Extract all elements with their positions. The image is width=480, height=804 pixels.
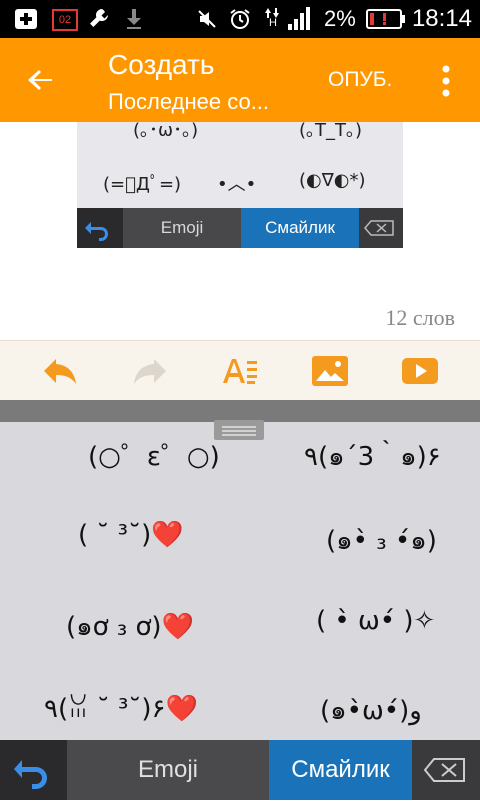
backspace-icon xyxy=(423,758,465,782)
alarm-icon xyxy=(230,9,250,29)
tab-smiley: Смайлик xyxy=(241,208,359,248)
download-icon xyxy=(127,9,141,29)
tab-smiley[interactable]: Смайлик xyxy=(269,740,412,800)
mute-icon xyxy=(198,10,216,28)
battery-alert-icon xyxy=(366,9,405,29)
tab-emoji[interactable]: Emoji xyxy=(67,740,269,800)
more-vert-icon[interactable] xyxy=(436,64,456,98)
kaomoji-cell: (｡･ω･｡) xyxy=(133,122,199,141)
tab-emoji: Emoji xyxy=(123,208,241,248)
kaomoji-cell: (｡T_T｡) xyxy=(299,122,363,141)
image-icon[interactable] xyxy=(310,351,350,391)
kaomoji-cell: •︿• xyxy=(217,174,257,195)
redo-icon[interactable] xyxy=(130,351,170,391)
backspace-button[interactable] xyxy=(412,740,480,800)
undo-icon xyxy=(14,760,47,789)
word-count: 12 слов xyxy=(385,305,455,330)
add-icon xyxy=(15,9,37,29)
embedded-keyboard-bar: Emoji Смайлик xyxy=(77,208,403,248)
kaomoji-key[interactable]: (๑•̀ω•́)و xyxy=(320,690,422,731)
clock: 18:14 xyxy=(411,5,472,32)
network-type-label: H xyxy=(269,17,277,29)
kaomoji-key[interactable]: ( ˘ ³˘)❤️ xyxy=(78,520,184,550)
kaomoji-cell: (◐∇◐*) xyxy=(299,170,366,191)
kaomoji-key[interactable]: ( •̀ ω•́ )✧ xyxy=(316,606,435,636)
editor-toolbar xyxy=(0,340,480,402)
keyboard-top-edge xyxy=(0,400,480,422)
kaomoji-cell: (=ﾟДﾟ=) xyxy=(103,174,182,195)
kaomoji-key[interactable]: (๑ơ ₃ ơ)❤️ xyxy=(66,606,194,647)
publish-button[interactable]: ОПУБ. xyxy=(328,66,392,94)
battery-percent: 2% xyxy=(324,6,356,31)
page-subtitle: Последнее со... xyxy=(108,89,270,114)
keyboard-tab-bar: Emoji Смайлик xyxy=(0,740,480,800)
wrench-icon xyxy=(90,8,109,27)
keyboard-undo-button[interactable] xyxy=(0,740,67,800)
page-title: Создать xyxy=(108,49,215,80)
kaomoji-key[interactable]: ٩(ꈍ ˘ ³˘)۶❤️ xyxy=(44,690,198,724)
sim-icon: 02 xyxy=(52,9,78,31)
undo-icon xyxy=(77,208,123,248)
drag-handle[interactable] xyxy=(214,420,264,440)
back-arrow-icon[interactable] xyxy=(22,60,62,100)
kaomoji-key[interactable]: ٩(๑´3｀๑)۶ xyxy=(304,436,441,477)
kaomoji-keyboard: (○゜ε゜○) ٩(๑´3｀๑)۶ ( ˘ ³˘)❤️ (๑•̀ ₃ •́๑) … xyxy=(0,420,480,740)
embedded-screenshot[interactable]: (｡･ω･｡) (｡T_T｡) (=ﾟДﾟ=) •︿• (◐∇◐*) Emoji… xyxy=(77,122,403,248)
app-bar: Создать Последнее со... ОПУБ. xyxy=(0,38,480,122)
status-bar: 02 H 2% 18:14 xyxy=(0,0,480,38)
kaomoji-key[interactable]: (๑•̀ ₃ •́๑) xyxy=(326,520,437,561)
kaomoji-key[interactable]: (○゜ε゜○) xyxy=(88,436,220,473)
video-icon[interactable] xyxy=(400,351,440,391)
undo-icon[interactable] xyxy=(40,351,80,391)
text-format-icon[interactable] xyxy=(220,351,260,391)
backspace-icon xyxy=(359,208,403,248)
